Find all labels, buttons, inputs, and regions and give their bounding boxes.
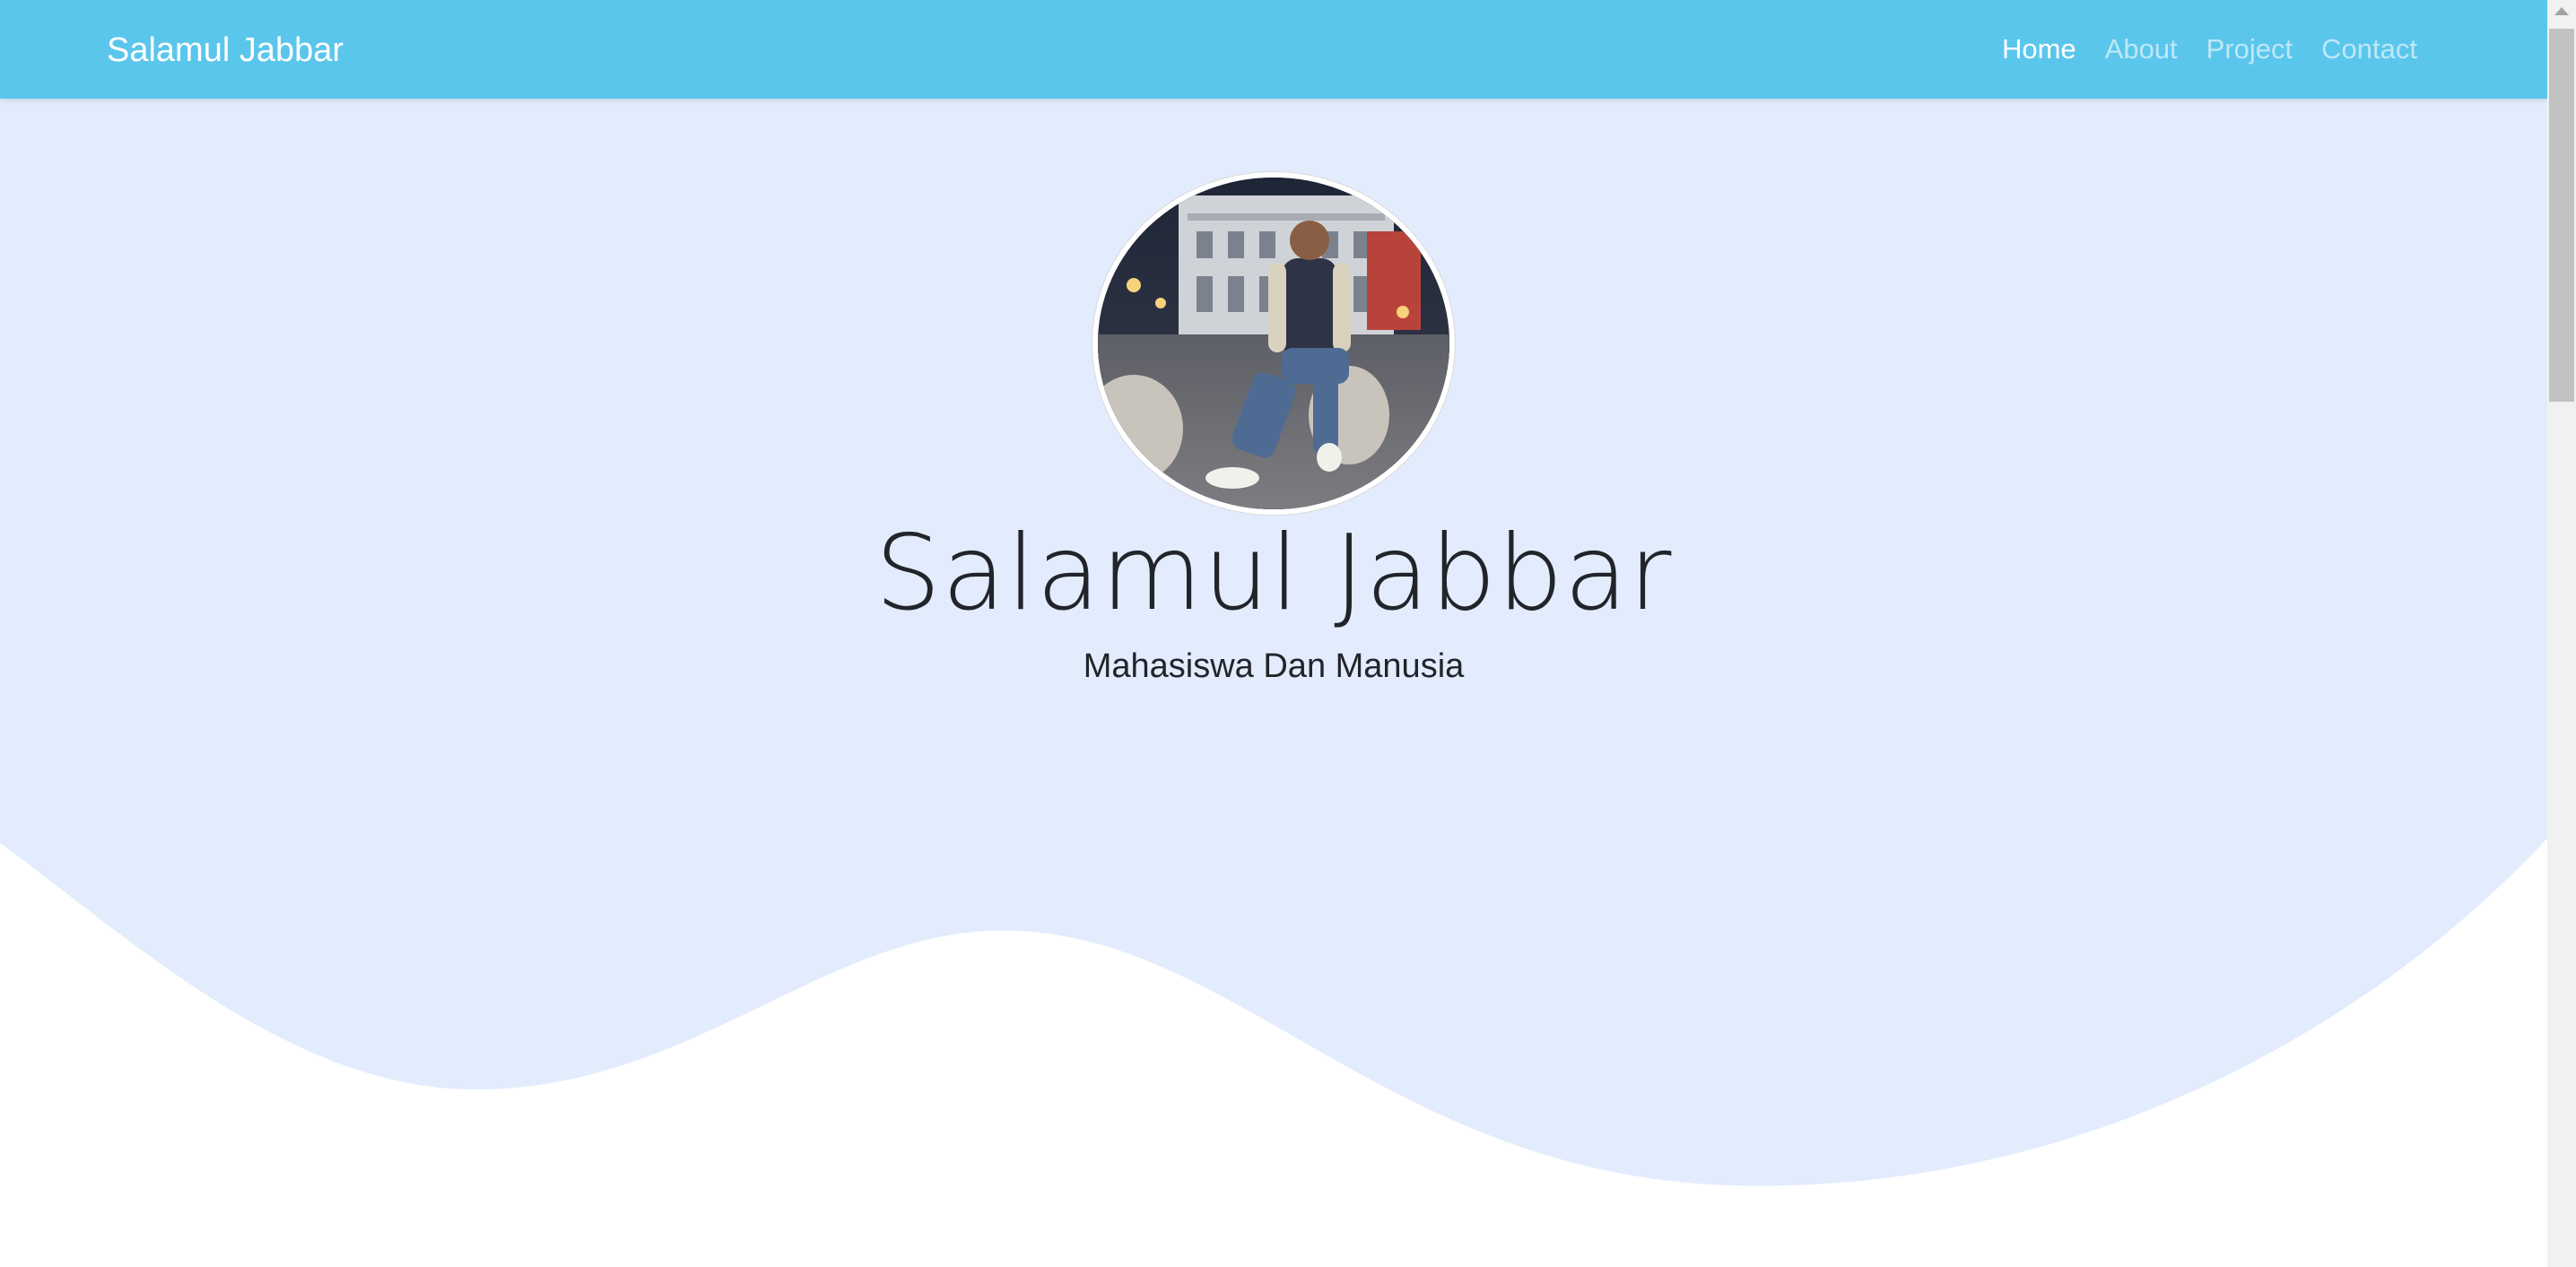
nav-project[interactable]: Project bbox=[2206, 33, 2293, 65]
nav-about[interactable]: About bbox=[2105, 33, 2178, 65]
page: Salamul Jabbar Home About Project Contac… bbox=[0, 0, 2547, 1267]
nav-contact[interactable]: Contact bbox=[2321, 33, 2417, 65]
scrollbar-thumb[interactable] bbox=[2549, 29, 2574, 402]
vertical-scrollbar[interactable] bbox=[2547, 0, 2576, 1267]
profile-photo bbox=[1092, 172, 1455, 515]
navbar: Salamul Jabbar Home About Project Contac… bbox=[0, 0, 2547, 99]
nav-links: Home About Project Contact bbox=[2002, 0, 2417, 99]
hero-subtitle: Mahasiswa Dan Manusia bbox=[1083, 647, 1465, 685]
hero-title: Salamul Jabbar bbox=[875, 513, 1673, 634]
nav-home[interactable]: Home bbox=[2002, 33, 2076, 65]
brand-link[interactable]: Salamul Jabbar bbox=[107, 0, 344, 99]
scroll-up-arrow-icon[interactable] bbox=[2554, 7, 2569, 15]
